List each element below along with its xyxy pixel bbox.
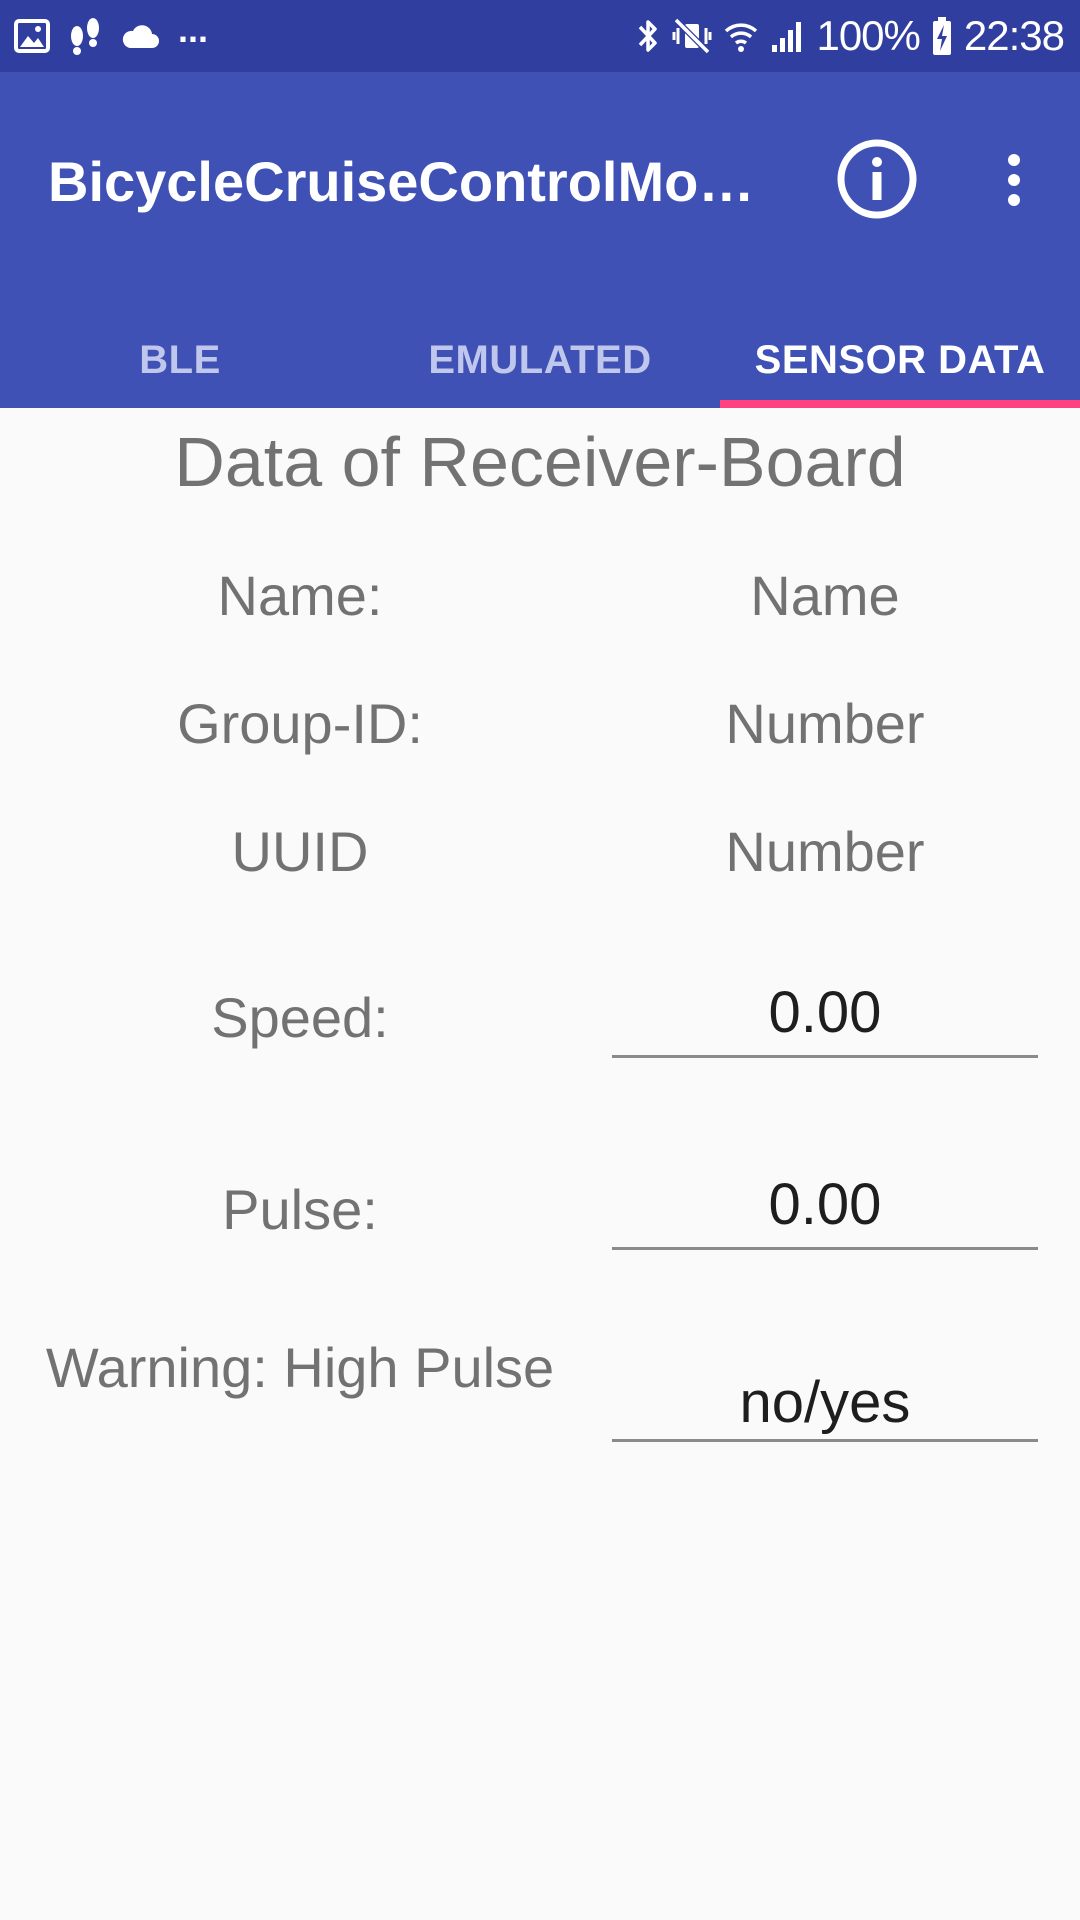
wifi-icon	[724, 19, 758, 53]
group-id-value: Number	[725, 692, 925, 755]
app-bar: BicycleCruiseControlMoc… BLE EMULATED SE…	[0, 72, 1080, 408]
speed-label: Speed:	[211, 986, 389, 1049]
battery-charging-icon	[932, 16, 952, 56]
tab-sensor-data[interactable]: SENSOR DATA	[720, 312, 1080, 408]
status-bar-right: 100% 22:38	[636, 0, 1065, 72]
signal-icon	[770, 19, 804, 53]
pulse-label: Pulse:	[222, 1178, 378, 1241]
name-label: Name:	[217, 564, 383, 627]
tab-emulated[interactable]: EMULATED	[360, 312, 720, 408]
tab-ble[interactable]: BLE	[0, 312, 360, 408]
page-title: Data of Receiver-Board	[174, 423, 906, 501]
cloud-icon	[120, 22, 160, 50]
uuid-label: UUID	[231, 820, 369, 883]
speed-field[interactable]: 0.00	[612, 978, 1038, 1058]
more-vert-icon	[1004, 153, 1024, 211]
footsteps-icon	[68, 16, 102, 56]
overflow-menu-button[interactable]	[990, 142, 1038, 222]
battery-percent: 100%	[816, 12, 920, 59]
status-bar-left: ...	[14, 0, 208, 72]
group-id-label: Group-ID:	[177, 692, 423, 755]
status-bar: ... 100% 22:38	[0, 0, 1080, 72]
info-icon	[837, 139, 917, 224]
app-title: BicycleCruiseControlMoc…	[48, 150, 768, 213]
gallery-icon	[14, 19, 50, 53]
info-button[interactable]	[834, 138, 920, 224]
clock: 22:38	[963, 12, 1065, 59]
uuid-value: Number	[725, 820, 925, 883]
warning-high-pulse-field[interactable]: no/yes	[612, 1368, 1038, 1442]
warning-high-pulse-label: Warning: High Pulse	[45, 1336, 555, 1399]
name-value: Name	[750, 564, 900, 627]
tab-bar: BLE EMULATED SENSOR DATA	[0, 312, 1080, 408]
more-notifications-indicator: ...	[178, 9, 209, 50]
pulse-field[interactable]: 0.00	[612, 1170, 1038, 1250]
bluetooth-icon	[636, 16, 660, 56]
vibrate-mute-icon	[672, 16, 712, 56]
